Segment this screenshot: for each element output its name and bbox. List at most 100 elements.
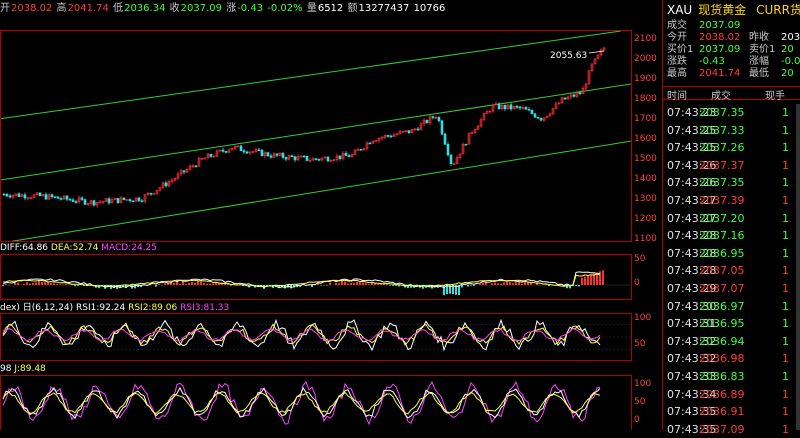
tick-list[interactable]: 07:43:23 2037.35 1 07:43:25 2037.33 1 07:43:25…	[663, 104, 797, 438]
high-value: 2041.74	[67, 3, 109, 14]
macd-axis: 50 0	[632, 254, 662, 300]
tick-price: 2036.95	[699, 317, 745, 331]
kdj-panel[interactable]	[0, 375, 632, 430]
tick-price: 2037.16	[699, 229, 745, 243]
tick-row[interactable]: 07:43:28 2037.16 1	[663, 227, 797, 245]
instrument-header: XAU 现货黄金 CURR货	[663, 0, 800, 20]
macd-tick-0: 0	[634, 278, 640, 288]
tick-row[interactable]: 07:43:25 2037.26 1	[663, 139, 797, 157]
candle-body	[386, 135, 390, 137]
candle-body	[266, 152, 270, 157]
tick-row[interactable]: 07:43:27 2037.39 1	[663, 192, 797, 210]
tick-price: 2036.94	[699, 334, 745, 348]
tick-list-scrollbar[interactable]	[796, 104, 800, 430]
instrument-code: CURR货	[756, 3, 800, 17]
tick-row[interactable]: 07:43:26 2037.35 1	[663, 174, 797, 192]
tick-row[interactable]: 07:43:33 2036.83 1	[663, 368, 797, 386]
price-chart-panel[interactable]: 2055.63	[0, 30, 632, 244]
candle-body	[260, 149, 264, 157]
tick-row[interactable]: 07:43:28 2036.95 1	[663, 245, 797, 263]
candle-body	[38, 192, 42, 197]
candle-body	[431, 116, 435, 119]
tick-qty: 1	[782, 334, 789, 348]
candle-body	[209, 153, 213, 157]
candle-body	[425, 119, 429, 124]
tick-row[interactable]: 07:43:32 2036.94 1	[663, 333, 797, 351]
tick-price: 2036.95	[699, 246, 745, 260]
candle-body	[515, 106, 519, 108]
kdj-j-label: J:89.48	[14, 364, 46, 374]
tick-price: 2037.33	[699, 123, 745, 137]
channel-upper-line	[0, 30, 622, 120]
candle-body	[449, 154, 453, 165]
change-value: -0.43	[237, 3, 264, 14]
tick-price: 2036.97	[699, 299, 745, 313]
quote-row: 最高 2041.74 最低 20	[663, 68, 800, 80]
candle-body	[224, 151, 228, 153]
macd-tick-50: 50	[634, 254, 646, 264]
low-value: 2036.34	[124, 3, 166, 14]
quote-value: 20	[781, 44, 794, 55]
tick-row[interactable]: 07:43:26 2037.37 1	[663, 157, 797, 175]
candle-body	[194, 165, 198, 168]
candle-body	[578, 92, 582, 94]
tick-row[interactable]: 07:43:28 2037.05 1	[663, 262, 797, 280]
quote-value: 2041.74	[699, 68, 741, 79]
kdj-d-line	[2, 391, 601, 415]
quote-table: 成交 2037.09 今开 2038.02 昨收 203 买价1 2037.09 卖价1 20 涨跌…	[663, 20, 800, 80]
rsi-chart[interactable]	[1, 314, 631, 360]
candle-body	[164, 182, 168, 187]
macd-value-label: MACD:24.25	[101, 243, 157, 253]
tick-price: 2036.83	[699, 369, 745, 383]
peak-annotation: 2055.63	[550, 51, 588, 61]
tick-qty: 1	[782, 158, 789, 172]
tick-row[interactable]: 07:43:27 2037.20 1	[663, 210, 797, 228]
candle-body	[116, 198, 120, 203]
kdj-axis: 100 50 0	[632, 375, 662, 430]
candle-body	[443, 133, 447, 145]
candlestick-chart[interactable]	[0, 30, 632, 244]
tick-row[interactable]: 07:43:31 2036.95 1	[663, 315, 797, 333]
candle-body	[368, 142, 372, 145]
quote-label: 最高	[667, 68, 687, 79]
tick-qty: 1	[782, 123, 789, 137]
candle-body	[242, 150, 246, 153]
low-label: 低	[113, 3, 124, 14]
quote-label: 买价1	[667, 44, 694, 55]
tick-row[interactable]: 07:43:35 2036.91 1	[663, 403, 797, 421]
kdj-k-label: 98	[0, 364, 12, 374]
rsi-panel[interactable]	[0, 313, 632, 361]
tick-row[interactable]: 07:43:23 2037.35 1	[663, 104, 797, 122]
open-label: 开	[0, 3, 10, 14]
tick-row[interactable]: 07:43:34 2036.89 1	[663, 386, 797, 404]
tick-row[interactable]: 07:43:30 2036.97 1	[663, 298, 797, 316]
close-value: 2037.09	[180, 3, 222, 14]
tick-qty: 1	[782, 369, 789, 383]
tick-qty: 1	[782, 422, 789, 436]
tick-row[interactable]: 07:43:32 2036.98 1	[663, 350, 797, 368]
candle-body	[563, 97, 567, 100]
rsi-legend: dex) 日(6,12,24) RSI1:92.24 RSI2:89.06 RS…	[0, 302, 229, 314]
instrument-name: 现货黄金	[698, 3, 747, 17]
rsi-tick-50: 50	[634, 339, 646, 349]
candle-body	[23, 194, 27, 199]
candle-body	[290, 155, 294, 158]
candle-body	[281, 153, 285, 158]
quote-value: 2037.09	[699, 20, 741, 31]
rsi-name-label: dex) 日(6,12,24)	[0, 303, 74, 313]
macd-legend: DIFF:64.86 DEA:52.74 MACD:24.25	[0, 242, 157, 254]
macd-chart[interactable]	[1, 255, 631, 299]
candle-body	[326, 156, 330, 162]
tick-row[interactable]: 07:43:35 2037.09 1	[663, 421, 797, 438]
candle-body	[305, 155, 309, 161]
candle-body	[68, 198, 72, 201]
high-label: 高	[56, 3, 67, 14]
kdj-chart[interactable]	[1, 376, 631, 431]
tick-price: 2037.07	[699, 281, 745, 295]
candle-body	[446, 143, 450, 156]
tick-row[interactable]: 07:43:29 2037.07 1	[663, 280, 797, 298]
macd-panel[interactable]	[0, 254, 632, 300]
candle-body	[407, 130, 411, 134]
price-tick: 1700	[634, 114, 657, 124]
tick-row[interactable]: 07:43:25 2037.33 1	[663, 122, 797, 140]
